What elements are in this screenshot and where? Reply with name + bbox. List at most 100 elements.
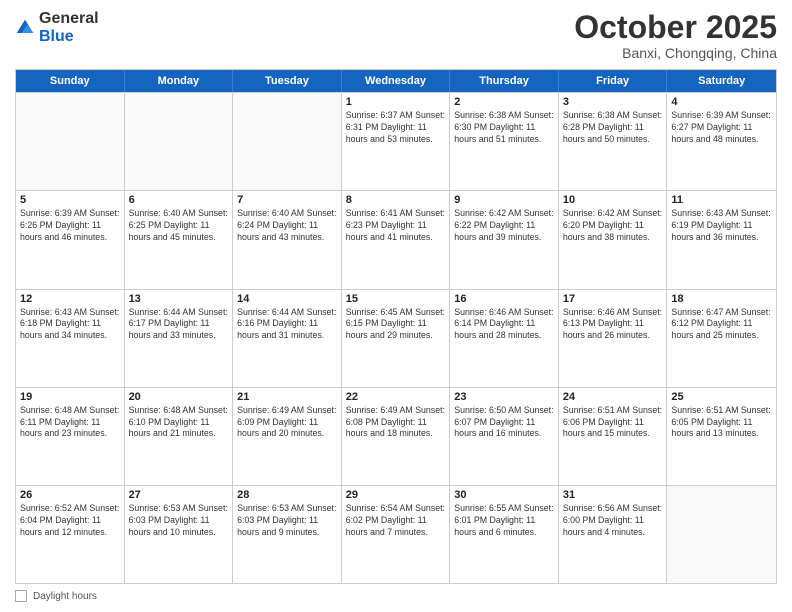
header-day-friday: Friday <box>559 70 668 92</box>
day-number: 15 <box>346 293 446 305</box>
day-number: 6 <box>129 194 229 206</box>
day-info: Sunrise: 6:40 AM Sunset: 6:24 PM Dayligh… <box>237 208 337 244</box>
day-number: 22 <box>346 391 446 403</box>
day-number: 30 <box>454 489 554 501</box>
day-number: 1 <box>346 96 446 108</box>
day-number: 9 <box>454 194 554 206</box>
day-number: 31 <box>563 489 663 501</box>
week-row-2: 12Sunrise: 6:43 AM Sunset: 6:18 PM Dayli… <box>16 289 776 387</box>
day-cell-20: 20 Sunrise: 6:48 AM Sunset: 6:10 PM Dayli… <box>125 388 234 485</box>
calendar-body: 1 Sunrise: 6:37 AM Sunset: 6:31 PM Daylig… <box>16 92 776 583</box>
empty-cell <box>233 93 342 190</box>
day-info: Sunrise: 6:48 AM Sunset: 6:10 PM Dayligh… <box>129 405 229 441</box>
day-cell-31: 31Sunrise: 6:56 AM Sunset: 6:00 PM Dayli… <box>559 486 668 583</box>
week-row-1: 5 Sunrise: 6:39 AM Sunset: 6:26 PM Daylig… <box>16 190 776 288</box>
day-cell-1: 1 Sunrise: 6:37 AM Sunset: 6:31 PM Daylig… <box>342 93 451 190</box>
day-cell-2: 2 Sunrise: 6:38 AM Sunset: 6:30 PM Daylig… <box>450 93 559 190</box>
day-info: Sunrise: 6:39 AM Sunset: 6:26 PM Dayligh… <box>20 208 120 244</box>
day-number: 23 <box>454 391 554 403</box>
day-cell-27: 27 Sunrise: 6:53 AM Sunset: 6:03 PM Dayli… <box>125 486 234 583</box>
header: General Blue October 2025 Banxi, Chongqi… <box>15 10 777 61</box>
day-info: Sunrise: 6:42 AM Sunset: 6:22 PM Dayligh… <box>454 208 554 244</box>
day-cell-24: 24 Sunrise: 6:51 AM Sunset: 6:06 PM Dayli… <box>559 388 668 485</box>
calendar: SundayMondayTuesdayWednesdayThursdayFrid… <box>15 69 777 584</box>
empty-cell <box>667 486 776 583</box>
day-cell-23: 23 Sunrise: 6:50 AM Sunset: 6:07 PM Dayli… <box>450 388 559 485</box>
header-day-monday: Monday <box>125 70 234 92</box>
day-number: 28 <box>237 489 337 501</box>
day-number: 25 <box>671 391 772 403</box>
day-info: Sunrise: 6:50 AM Sunset: 6:07 PM Dayligh… <box>454 405 554 441</box>
page: General Blue October 2025 Banxi, Chongqi… <box>0 0 792 612</box>
day-cell-10: 10 Sunrise: 6:42 AM Sunset: 6:20 PM Dayli… <box>559 191 668 288</box>
day-cell-14: 14Sunrise: 6:44 AM Sunset: 6:16 PM Dayli… <box>233 290 342 387</box>
day-info: Sunrise: 6:53 AM Sunset: 6:03 PM Dayligh… <box>237 503 337 539</box>
day-number: 13 <box>129 293 229 305</box>
day-cell-7: 7 Sunrise: 6:40 AM Sunset: 6:24 PM Daylig… <box>233 191 342 288</box>
day-info: Sunrise: 6:38 AM Sunset: 6:30 PM Dayligh… <box>454 110 554 146</box>
calendar-header: SundayMondayTuesdayWednesdayThursdayFrid… <box>16 70 776 92</box>
day-info: Sunrise: 6:49 AM Sunset: 6:08 PM Dayligh… <box>346 405 446 441</box>
day-info: Sunrise: 6:54 AM Sunset: 6:02 PM Dayligh… <box>346 503 446 539</box>
week-row-4: 26Sunrise: 6:52 AM Sunset: 6:04 PM Dayli… <box>16 485 776 583</box>
week-row-3: 19 Sunrise: 6:48 AM Sunset: 6:11 PM Dayli… <box>16 387 776 485</box>
day-info: Sunrise: 6:51 AM Sunset: 6:06 PM Dayligh… <box>563 405 663 441</box>
day-cell-9: 9 Sunrise: 6:42 AM Sunset: 6:22 PM Daylig… <box>450 191 559 288</box>
header-day-tuesday: Tuesday <box>233 70 342 92</box>
day-info: Sunrise: 6:55 AM Sunset: 6:01 PM Dayligh… <box>454 503 554 539</box>
day-info: Sunrise: 6:46 AM Sunset: 6:13 PM Dayligh… <box>563 307 663 343</box>
logo-blue-text: Blue <box>39 28 74 45</box>
title-block: October 2025 Banxi, Chongqing, China <box>574 10 777 61</box>
day-cell-26: 26Sunrise: 6:52 AM Sunset: 6:04 PM Dayli… <box>16 486 125 583</box>
header-day-sunday: Sunday <box>16 70 125 92</box>
day-info: Sunrise: 6:51 AM Sunset: 6:05 PM Dayligh… <box>671 405 772 441</box>
header-day-saturday: Saturday <box>667 70 776 92</box>
day-cell-25: 25 Sunrise: 6:51 AM Sunset: 6:05 PM Dayli… <box>667 388 776 485</box>
day-info: Sunrise: 6:43 AM Sunset: 6:18 PM Dayligh… <box>20 307 120 343</box>
footer: Daylight hours <box>15 590 777 602</box>
day-cell-5: 5 Sunrise: 6:39 AM Sunset: 6:26 PM Daylig… <box>16 191 125 288</box>
day-cell-18: 18Sunrise: 6:47 AM Sunset: 6:12 PM Dayli… <box>667 290 776 387</box>
location: Banxi, Chongqing, China <box>574 45 777 61</box>
day-cell-6: 6Sunrise: 6:40 AM Sunset: 6:25 PM Daylig… <box>125 191 234 288</box>
day-number: 20 <box>129 391 229 403</box>
logo: General Blue <box>15 10 99 45</box>
day-cell-19: 19 Sunrise: 6:48 AM Sunset: 6:11 PM Dayli… <box>16 388 125 485</box>
empty-cell <box>125 93 234 190</box>
day-cell-29: 29 Sunrise: 6:54 AM Sunset: 6:02 PM Dayli… <box>342 486 451 583</box>
day-info: Sunrise: 6:48 AM Sunset: 6:11 PM Dayligh… <box>20 405 120 441</box>
day-cell-22: 22 Sunrise: 6:49 AM Sunset: 6:08 PM Dayli… <box>342 388 451 485</box>
day-number: 5 <box>20 194 120 206</box>
footer-box <box>15 590 27 602</box>
day-info: Sunrise: 6:45 AM Sunset: 6:15 PM Dayligh… <box>346 307 446 343</box>
day-info: Sunrise: 6:43 AM Sunset: 6:19 PM Dayligh… <box>671 208 772 244</box>
footer-label: Daylight hours <box>33 591 97 602</box>
day-number: 18 <box>671 293 772 305</box>
day-info: Sunrise: 6:46 AM Sunset: 6:14 PM Dayligh… <box>454 307 554 343</box>
day-info: Sunrise: 6:41 AM Sunset: 6:23 PM Dayligh… <box>346 208 446 244</box>
day-number: 10 <box>563 194 663 206</box>
day-cell-30: 30 Sunrise: 6:55 AM Sunset: 6:01 PM Dayli… <box>450 486 559 583</box>
day-number: 26 <box>20 489 120 501</box>
day-cell-3: 3Sunrise: 6:38 AM Sunset: 6:28 PM Daylig… <box>559 93 668 190</box>
day-number: 27 <box>129 489 229 501</box>
day-info: Sunrise: 6:37 AM Sunset: 6:31 PM Dayligh… <box>346 110 446 146</box>
empty-cell <box>16 93 125 190</box>
day-info: Sunrise: 6:39 AM Sunset: 6:27 PM Dayligh… <box>671 110 772 146</box>
day-cell-21: 21Sunrise: 6:49 AM Sunset: 6:09 PM Dayli… <box>233 388 342 485</box>
day-number: 2 <box>454 96 554 108</box>
day-cell-8: 8 Sunrise: 6:41 AM Sunset: 6:23 PM Daylig… <box>342 191 451 288</box>
week-row-0: 1 Sunrise: 6:37 AM Sunset: 6:31 PM Daylig… <box>16 92 776 190</box>
header-day-wednesday: Wednesday <box>342 70 451 92</box>
day-cell-16: 16Sunrise: 6:46 AM Sunset: 6:14 PM Dayli… <box>450 290 559 387</box>
day-number: 8 <box>346 194 446 206</box>
day-number: 24 <box>563 391 663 403</box>
day-number: 29 <box>346 489 446 501</box>
day-number: 17 <box>563 293 663 305</box>
day-number: 7 <box>237 194 337 206</box>
day-number: 19 <box>20 391 120 403</box>
day-info: Sunrise: 6:53 AM Sunset: 6:03 PM Dayligh… <box>129 503 229 539</box>
day-cell-11: 11Sunrise: 6:43 AM Sunset: 6:19 PM Dayli… <box>667 191 776 288</box>
day-info: Sunrise: 6:42 AM Sunset: 6:20 PM Dayligh… <box>563 208 663 244</box>
day-cell-17: 17 Sunrise: 6:46 AM Sunset: 6:13 PM Dayli… <box>559 290 668 387</box>
